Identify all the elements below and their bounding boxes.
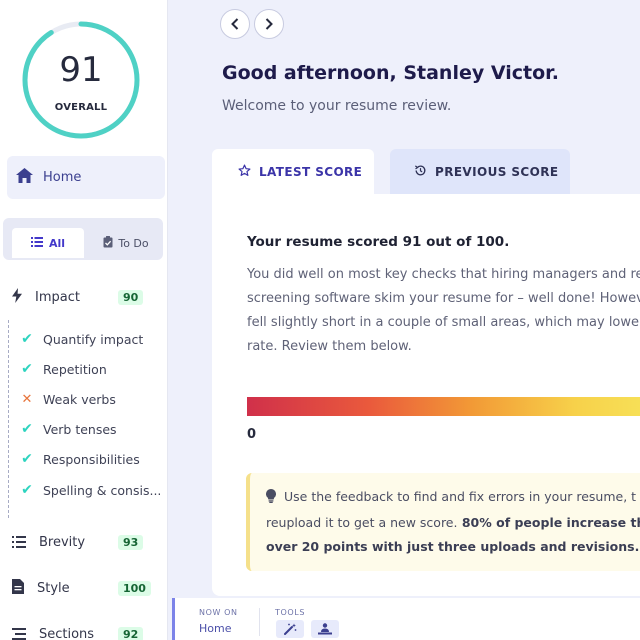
bottom-bar: NOW ON Home TOOLS [172,598,640,640]
tip-line-2a: reupload it to get a new score. [266,515,458,530]
category-style-score-badge: 100 [118,581,151,596]
impact-item-label: Spelling & consis... [43,482,162,498]
check-icon: ✔ [21,361,33,377]
list-lines-icon [12,533,26,552]
filter-todo-label: To Do [118,236,149,250]
score-gradient-bar [247,397,640,416]
impact-item-label: Weak verbs [43,391,116,407]
tools-label: TOOLS [275,608,306,617]
sidebar-category-style[interactable]: Style [12,578,70,598]
tip-box: Use the feedback to find and fix errors … [246,473,640,571]
impact-item-label: Responsibilities [43,451,140,467]
tab-latest-score[interactable]: LATEST SCORE [212,149,374,194]
tip-line-1: Use the feedback to find and fix errors … [284,489,637,504]
tip-line-2b: 80% of people increase the [457,515,640,530]
cross-icon: ✕ [21,391,33,407]
sidebar-category-impact[interactable]: Impact [12,287,80,307]
check-icon: ✔ [21,421,33,437]
person-at-desk-icon [318,620,332,639]
greeting-heading: Good afternoon, Stanley Victor. [222,62,560,84]
category-style-label: Style [37,580,70,596]
tab-previous-score[interactable]: PREVIOUS SCORE [390,149,570,194]
impact-item-spelling-consistency[interactable]: ✔ Spelling & consis... [20,481,166,499]
sidebar: 91 OVERALL Home All To Do Impact 90 ✔ Qu… [0,0,168,640]
summary-line: You did well on most key checks that hir… [247,267,640,282]
impact-item-repetition[interactable]: ✔ Repetition [20,360,166,378]
category-impact-score-badge: 90 [118,290,144,305]
impact-items-connector [8,320,9,518]
star-icon [238,163,251,180]
sidebar-category-brevity[interactable]: Brevity [12,532,85,552]
summary-line: rate. Review them below. [247,339,412,354]
history-icon [414,164,427,180]
tip-line-3: over 20 points with just three uploads a… [266,539,640,554]
impact-item-weak-verbs[interactable]: ✕ Weak verbs [20,390,166,408]
category-brevity-label: Brevity [39,534,86,550]
filter-all-label: All [48,236,66,250]
clipboard-check-icon [103,235,113,251]
impact-item-label: Repetition [43,361,107,377]
summary-line: screening software skim your resume for … [247,291,640,306]
sections-icon [12,625,26,640]
back-button[interactable] [220,9,250,39]
score-summary-title: Your resume scored 91 out of 100. [247,234,510,250]
now-on-value: Home [199,622,232,635]
category-sections-label: Sections [39,626,95,640]
now-on-label: NOW ON [199,608,238,617]
sidebar-item-home[interactable]: Home [7,156,165,199]
category-impact-label: Impact [35,289,80,305]
magic-wand-icon [283,620,297,639]
impact-item-label: Verb tenses [43,421,117,437]
lightbulb-icon [266,487,276,511]
summary-line: fell slightly short in a couple of small… [247,315,640,330]
check-icon: ✔ [21,451,33,467]
overall-score-value: 91 [59,50,103,90]
sidebar-item-home-label: Home [43,170,82,185]
impact-item-responsibilities[interactable]: ✔ Responsibilities [20,450,166,468]
overall-score-ring: 91 OVERALL [21,20,141,140]
score-scale-min: 0 [247,427,257,442]
score-card: Your resume scored 91 out of 100. You di… [212,194,640,596]
home-icon [16,168,33,187]
sidebar-category-sections[interactable]: Sections [12,624,94,640]
list-icon [30,236,43,250]
filter-toggle: All To Do [3,218,163,260]
impact-item-label: Quantify impact [43,331,144,347]
tip-text: Use the feedback to find and fix errors … [266,485,640,559]
forward-button[interactable] [254,9,284,39]
impact-item-verb-tenses[interactable]: ✔ Verb tenses [20,420,166,438]
chevron-right-icon [265,15,273,34]
welcome-text: Welcome to your resume review. [222,98,452,114]
score-summary-body: You did well on most key checks that hir… [247,263,640,359]
bolt-icon [12,287,22,307]
impact-item-quantify-impact[interactable]: ✔ Quantify impact [20,330,166,348]
check-icon: ✔ [21,331,33,347]
document-icon [12,578,24,598]
category-brevity-score-badge: 93 [118,535,144,550]
person-at-desk-tool-button[interactable] [311,620,339,638]
category-sections-score-badge: 92 [118,627,144,640]
filter-todo-button[interactable]: To Do [93,228,159,258]
magic-wand-tool-button[interactable] [276,620,304,638]
tab-latest-score-label: LATEST SCORE [259,164,363,179]
overall-score-label: OVERALL [54,102,108,113]
check-icon: ✔ [21,482,33,498]
bottom-bar-divider [259,608,260,636]
chevron-left-icon [231,15,239,34]
filter-all-button[interactable]: All [12,228,84,258]
tab-previous-score-label: PREVIOUS SCORE [435,164,559,179]
